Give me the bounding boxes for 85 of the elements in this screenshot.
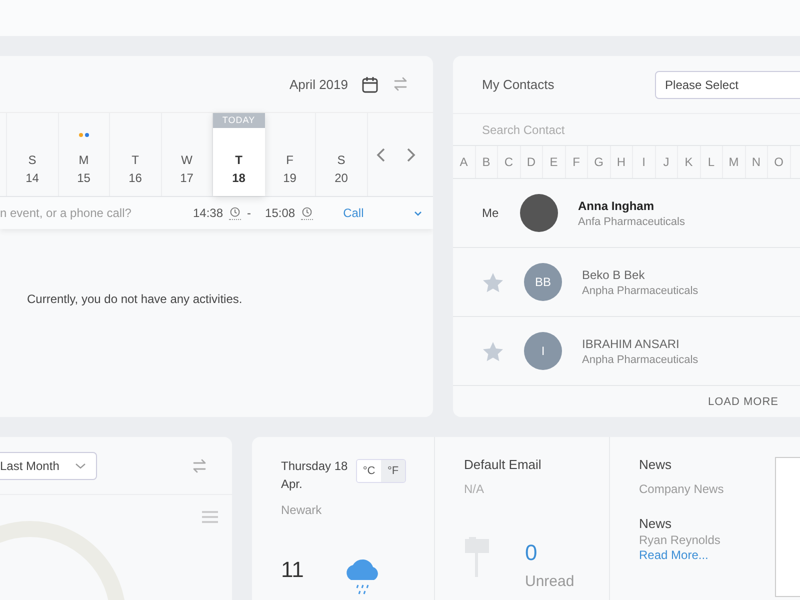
chevron-left-icon[interactable]	[376, 146, 386, 162]
initials-avatar: I	[524, 332, 562, 370]
letter-filter[interactable]: J	[656, 146, 678, 178]
letter-filter[interactable]: I	[633, 146, 656, 178]
news-title: News	[639, 516, 673, 531]
letter-filter[interactable]: K	[678, 146, 700, 178]
clock-icon[interactable]	[229, 206, 242, 220]
letter-filter[interactable]: C	[498, 146, 520, 178]
letter-filter[interactable]: F	[566, 146, 588, 178]
day-column[interactable]: F 19	[264, 113, 316, 196]
empty-message: Currently, you do not have any activities.	[27, 292, 242, 306]
load-more-button[interactable]: LOAD MORE	[708, 396, 779, 408]
company-name: Anpha Pharmaceuticals	[582, 284, 698, 296]
news-text: Company News	[639, 482, 725, 496]
weekday-label: M	[78, 153, 89, 167]
letter-filter[interactable]: A	[453, 146, 476, 178]
section-title: My Contacts	[482, 77, 556, 92]
day-column[interactable]: S 20	[316, 113, 368, 196]
date-label: 15	[77, 171, 90, 185]
contact-name: Anna Ingham	[578, 198, 656, 212]
clock-icon[interactable]	[301, 206, 314, 220]
widget-title: Default Email	[464, 457, 542, 472]
read-more-link[interactable]: Read More...	[639, 548, 708, 562]
chevron-down-icon	[75, 462, 86, 468]
chevron-down-icon	[414, 210, 422, 216]
letter-filter[interactable]: G	[588, 146, 610, 178]
end-time[interactable]: 15:08	[265, 206, 296, 220]
calendar-icon[interactable]	[362, 76, 378, 92]
refresh-icon[interactable]	[191, 456, 208, 474]
letter-filter[interactable]: B	[476, 146, 498, 178]
contact-name: Beko B Bek	[582, 268, 646, 282]
weekday-label: F	[286, 153, 294, 167]
today-label: TODAY	[213, 113, 264, 128]
letter-filter[interactable]: N	[746, 146, 768, 178]
contact-row[interactable]: BB Beko B Bek Anpha Pharmaceuticals	[453, 248, 800, 317]
email-address: N/A	[464, 482, 486, 496]
date-label: 20	[334, 171, 348, 185]
initials-avatar: BB	[524, 263, 562, 301]
refresh-icon[interactable]	[392, 75, 409, 93]
avatar	[520, 194, 558, 232]
weekday-label: S	[28, 153, 36, 167]
time-separator: -	[247, 206, 252, 220]
star-icon[interactable]	[482, 340, 504, 362]
day-column[interactable]: S 14	[7, 113, 58, 196]
letter-filter[interactable]: D	[520, 146, 543, 178]
star-icon[interactable]	[482, 272, 504, 292]
event-type-dropdown[interactable]: Call	[343, 206, 422, 220]
period-dropdown[interactable]: Last Month	[0, 452, 97, 480]
temperature: 11	[281, 557, 304, 583]
filter-dropdown[interactable]: Please Select	[655, 70, 800, 98]
weekday-label: T	[235, 153, 242, 167]
month-label: April 2019	[289, 76, 348, 92]
unit-toggle[interactable]: °F	[381, 460, 405, 482]
date-label: 14	[26, 171, 39, 185]
city-label: Newark	[281, 503, 323, 517]
weekday-label: W	[181, 153, 192, 167]
news-snippet: Ryan Reynolds Read More...	[639, 533, 722, 563]
chevron-right-icon[interactable]	[406, 146, 416, 162]
day-column[interactable]: TODAY T 18	[213, 113, 264, 196]
company-name: Anfa Pharmaceuticals	[578, 216, 685, 228]
weekday-label: T	[132, 153, 139, 167]
start-time[interactable]: 14:38	[193, 206, 224, 220]
unread-label: Unread	[525, 573, 574, 590]
date-label: 19	[283, 171, 296, 185]
letter-filter[interactable]: O	[768, 146, 790, 178]
date-label: 18	[232, 171, 246, 185]
unread-count: 0	[525, 540, 538, 566]
contact-row[interactable]: I IBRAHIM ANSARI Anpha Pharmaceuticals	[453, 317, 800, 386]
contact-name: IBRAHIM ANSARI	[582, 336, 680, 350]
me-label: Me	[482, 206, 500, 220]
date-label: 17	[180, 171, 194, 185]
letter-filter[interactable]: E	[543, 146, 566, 178]
letter-filter[interactable]: M	[723, 146, 746, 178]
news-title: News	[639, 457, 673, 472]
letter-filter[interactable]: H	[610, 146, 633, 178]
weather-date: Thursday 18 Apr.	[281, 458, 349, 493]
weekday-label: S	[337, 153, 346, 167]
day-column[interactable]: M 15	[58, 113, 110, 196]
event-input-field[interactable]: n event, or a phone call?	[0, 206, 185, 220]
unit-toggle[interactable]: °C	[357, 460, 381, 482]
company-name: Anpha Pharmaceuticals	[582, 354, 698, 366]
letter-filter[interactable]: L	[700, 146, 723, 178]
day-column[interactable]: T 16	[110, 113, 162, 196]
date-label: 16	[128, 171, 142, 185]
contact-row[interactable]: Me Anna Ingham Anfa Pharmaceuticals	[453, 179, 800, 248]
